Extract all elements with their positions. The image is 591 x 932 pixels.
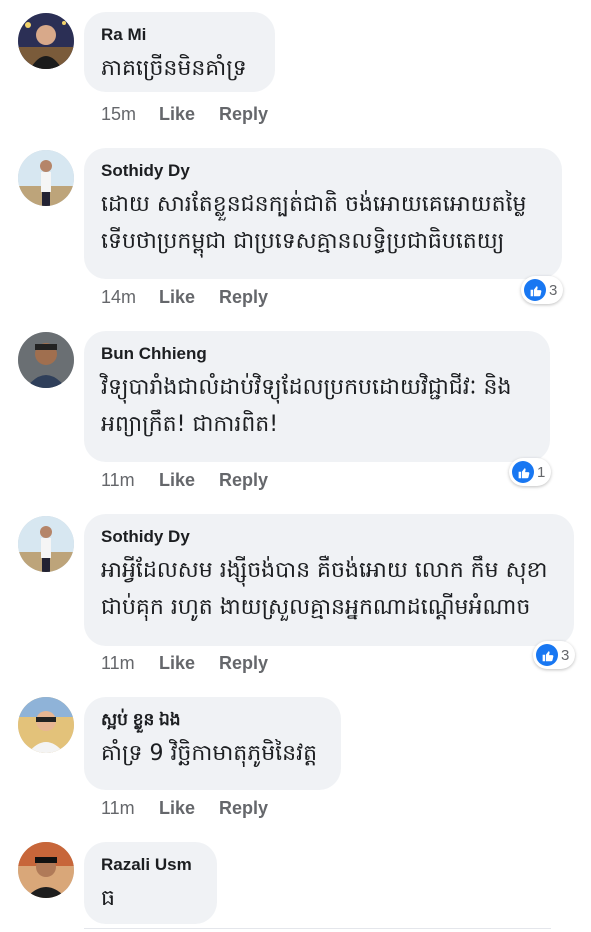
like-button[interactable]: Like [159, 798, 219, 819]
like-reaction-icon [536, 644, 558, 666]
reaction-count[interactable]: 3 [533, 641, 576, 669]
comment-meta: 11m Like Reply [101, 798, 268, 819]
comment-bubble: Bun Chhieng វិទ្យុបារាំងជាលំដាប់វិទ្យុដែ… [84, 331, 550, 462]
avatar[interactable] [18, 842, 74, 898]
reaction-number: 3 [561, 646, 570, 664]
comment-text: ធ [101, 886, 115, 911]
like-button[interactable]: Like [159, 653, 219, 674]
reaction-number: 3 [549, 281, 558, 299]
comment-text: អាអ្វីដែលសម រង្ស៊ីចង់បាន គឺចង់អោយ លោក កឹ… [101, 558, 548, 620]
comment-text: វិទ្យុបារាំងជាលំដាប់វិទ្យុដែលប្រកបដោយវិជ… [101, 375, 512, 437]
like-reaction-icon [512, 461, 534, 483]
reply-button[interactable]: Reply [219, 104, 268, 125]
comment-meta: 11m Like Reply [101, 653, 268, 674]
reaction-count[interactable]: 3 [521, 276, 564, 304]
reaction-count[interactable]: 1 [509, 458, 552, 486]
reply-button[interactable]: Reply [219, 470, 268, 491]
avatar[interactable] [18, 697, 74, 753]
divider [84, 928, 551, 929]
comment-author[interactable]: Sothidy Dy [101, 526, 556, 548]
comment-meta: 14m Like Reply [101, 287, 268, 308]
comment-author[interactable]: Sothidy Dy [101, 160, 544, 182]
avatar[interactable] [18, 13, 74, 69]
avatar[interactable] [18, 332, 74, 388]
reply-button[interactable]: Reply [219, 287, 268, 308]
reply-button[interactable]: Reply [219, 653, 268, 674]
like-button[interactable]: Like [159, 104, 219, 125]
comment-time[interactable]: 14m [101, 287, 159, 308]
like-reaction-icon [524, 279, 546, 301]
reply-button[interactable]: Reply [219, 798, 268, 819]
comment-author[interactable]: Razali Usm [101, 854, 199, 876]
avatar[interactable] [18, 516, 74, 572]
comment-bubble: Razali Usm ធ [84, 842, 217, 924]
comment-time[interactable]: 11m [101, 470, 159, 491]
comment-meta: 11m Like Reply [101, 470, 268, 491]
comment-text: ដោយ សារតែខ្លួនជនក្បត់ជាតិ ចង់អោយគេអោយតម្… [101, 192, 527, 254]
comment-text: គាំទ្រ 9 វិច្ឆិកាមាតុភូមិនៃវត្ត [101, 741, 318, 766]
comment-text: ភាគច្រើនមិនគាំទ្រ [101, 56, 247, 81]
comment-time[interactable]: 11m [101, 653, 159, 674]
comment-time[interactable]: 11m [101, 798, 159, 819]
comment-author[interactable]: Bun Chhieng [101, 343, 532, 365]
comment-bubble: Ra Mi ភាគច្រើនមិនគាំទ្រ [84, 12, 275, 92]
comment-meta: 15m Like Reply [101, 104, 268, 125]
like-button[interactable]: Like [159, 287, 219, 308]
comment-author[interactable]: ស្អប់ ខ្លួន ឯង [101, 709, 323, 731]
comment-bubble: Sothidy Dy អាអ្វីដែលសម រង្ស៊ីចង់បាន គឺចង… [84, 514, 574, 646]
comment-bubble: ស្អប់ ខ្លួន ឯង គាំទ្រ 9 វិច្ឆិកាមាតុភូមិ… [84, 697, 341, 790]
avatar[interactable] [18, 150, 74, 206]
comment-bubble: Sothidy Dy ដោយ សារតែខ្លួនជនក្បត់ជាតិ ចង់… [84, 148, 562, 279]
comment-author[interactable]: Ra Mi [101, 24, 257, 46]
like-button[interactable]: Like [159, 470, 219, 491]
comment-time[interactable]: 15m [101, 104, 159, 125]
reaction-number: 1 [537, 463, 546, 481]
